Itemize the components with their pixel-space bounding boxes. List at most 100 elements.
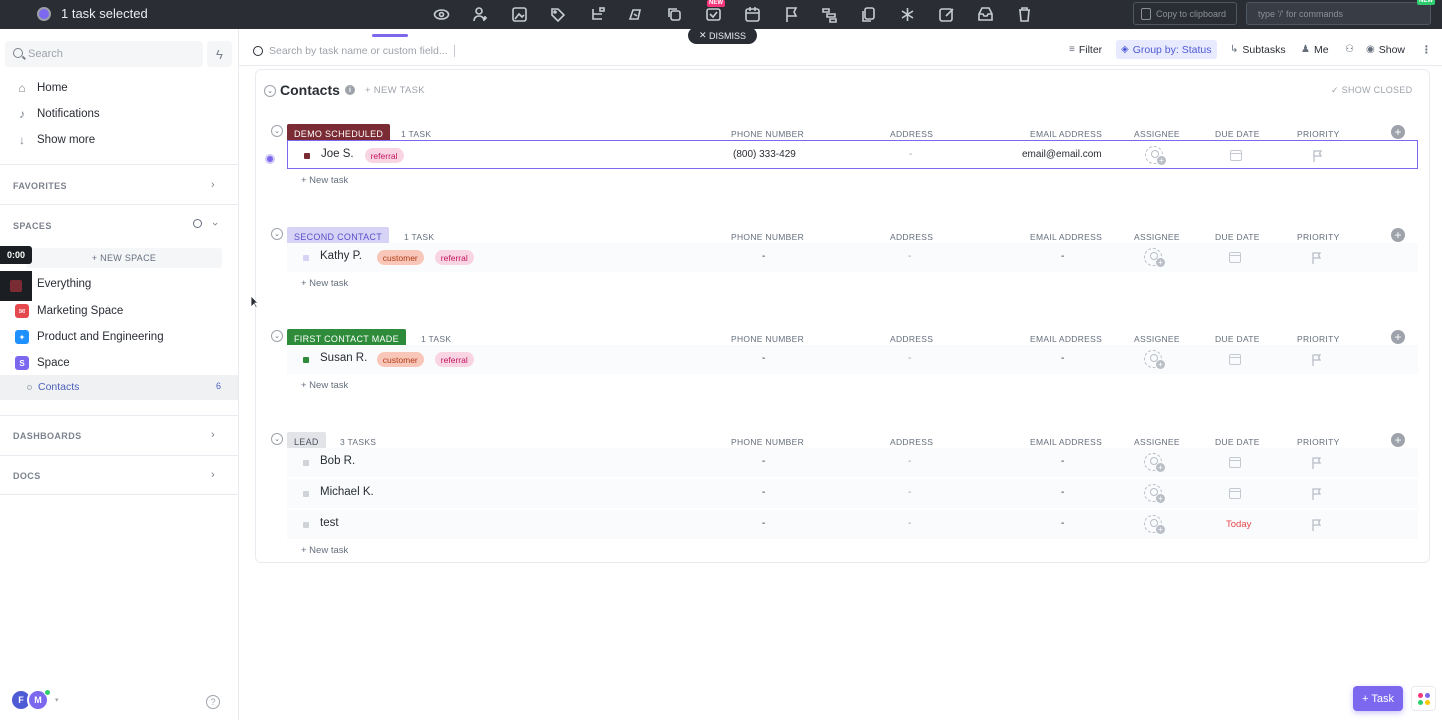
help-icon[interactable]: ? (206, 695, 220, 709)
chevron-right-icon[interactable]: › (211, 429, 215, 441)
status-square-icon[interactable] (303, 460, 309, 466)
copy-icon[interactable] (857, 4, 879, 24)
add-column-icon[interactable]: + (1391, 433, 1405, 447)
email-cell[interactable]: - (1061, 487, 1064, 498)
collapse-group-icon[interactable]: ⌄ (271, 330, 283, 342)
column-header-due[interactable]: DUE DATE (1215, 232, 1260, 242)
address-cell[interactable]: - (908, 487, 911, 498)
search-spaces-icon[interactable] (193, 219, 202, 228)
new-task-button[interactable]: + NEW TASK (365, 85, 425, 96)
filter-button[interactable]: ≡ Filter (1064, 40, 1107, 59)
tag-customer[interactable]: customer (376, 352, 424, 367)
add-column-icon[interactable]: + (1391, 228, 1405, 242)
column-header-address[interactable]: ADDRESS (890, 437, 933, 447)
space-item-space[interactable]: S Space (15, 356, 70, 370)
column-header-phone[interactable]: PHONE NUMBER (731, 232, 804, 242)
phone-cell[interactable]: - (762, 456, 765, 467)
priority-flag-icon[interactable] (1312, 518, 1322, 531)
column-header-due[interactable]: DUE DATE (1215, 437, 1260, 447)
more-options-icon[interactable]: ⋮ (1416, 40, 1437, 59)
add-assignee-icon[interactable] (1144, 350, 1165, 369)
column-header-due[interactable]: DUE DATE (1215, 334, 1260, 344)
new-task-row-button[interactable]: + New task (301, 175, 348, 186)
calendar-icon[interactable] (1229, 488, 1241, 499)
assign-user-icon[interactable] (469, 4, 491, 24)
calendar-icon[interactable] (1229, 354, 1241, 365)
tag-customer[interactable]: customer (376, 250, 424, 265)
add-task-fab[interactable]: + Task (1353, 686, 1403, 711)
priority-flag-icon[interactable] (1312, 487, 1322, 500)
tag-referral[interactable]: referral (364, 148, 404, 163)
flag-icon[interactable] (780, 4, 802, 24)
task-row[interactable]: test - - - Today (287, 510, 1418, 539)
apps-grid-icon[interactable] (1411, 686, 1436, 711)
copy-to-clipboard-button[interactable]: Copy to clipboard (1133, 2, 1237, 25)
new-space-button[interactable]: + NEW SPACE (26, 248, 222, 268)
email-cell[interactable]: email@email.com (1022, 149, 1102, 160)
add-assignee-icon[interactable] (1144, 248, 1165, 267)
task-name[interactable]: Bob R. (320, 455, 355, 467)
add-assignee-icon[interactable] (1145, 146, 1166, 165)
add-assignee-icon[interactable] (1144, 484, 1165, 503)
status-square-icon[interactable] (303, 491, 309, 497)
group-by-button[interactable]: ◈ Group by: Status (1116, 40, 1217, 59)
new-task-row-button[interactable]: + New task (301, 545, 348, 556)
task-row[interactable]: Michael K. - - - (287, 479, 1418, 508)
subtasks-button[interactable]: ↳ Subtasks (1225, 40, 1291, 59)
task-name[interactable]: test (320, 517, 339, 529)
column-header-phone[interactable]: PHONE NUMBER (731, 437, 804, 447)
column-header-address[interactable]: ADDRESS (890, 334, 933, 344)
selection-indicator[interactable] (37, 7, 51, 21)
task-row[interactable]: Susan R. customer referral - - - (287, 345, 1418, 374)
docs-header[interactable]: DOCS (13, 471, 41, 481)
new-task-row-button[interactable]: + New task (301, 380, 348, 391)
phone-cell[interactable]: - (762, 251, 765, 262)
caret-down-icon[interactable]: ▾ (55, 696, 59, 704)
eye-icon[interactable] (430, 4, 452, 24)
task-search-input[interactable]: Search by task name or custom field... (253, 45, 455, 57)
nav-item-show-more[interactable]: ↓ Show more (15, 133, 95, 147)
new-task-row-button[interactable]: + New task (301, 278, 348, 289)
archive-icon[interactable] (974, 4, 996, 24)
task-name[interactable]: Joe S. (321, 148, 354, 160)
task-row[interactable]: Joe S. referral (800) 333-429 - email@email.… (287, 140, 1418, 169)
show-button[interactable]: ◉ Show (1361, 40, 1410, 59)
email-cell[interactable]: - (1061, 353, 1064, 364)
priority-flag-icon[interactable] (1312, 251, 1322, 264)
nav-item-notifications[interactable]: ♪ Notifications (15, 107, 100, 121)
show-closed-button[interactable]: ✓ SHOW CLOSED (1331, 85, 1412, 96)
status-icon[interactable]: NEW (702, 0, 725, 24)
status-square-icon[interactable] (303, 255, 309, 261)
task-name[interactable]: Michael K. (320, 486, 374, 498)
duplicate-icon[interactable] (663, 4, 685, 24)
command-input[interactable]: type '/' for commands NEW (1246, 0, 1435, 25)
dismiss-button[interactable]: ✕ DISMISS (688, 27, 757, 44)
calendar-icon[interactable] (1229, 252, 1241, 263)
timer-badge[interactable]: 0:00 (0, 246, 32, 264)
column-header-priority[interactable]: PRIORITY (1297, 232, 1340, 242)
column-header-priority[interactable]: PRIORITY (1297, 129, 1340, 139)
column-header-assignee[interactable]: ASSIGNEE (1134, 437, 1180, 447)
column-header-address[interactable]: ADDRESS (890, 129, 933, 139)
column-header-email[interactable]: EMAIL ADDRESS (1030, 129, 1102, 139)
subtasks-icon[interactable] (586, 4, 608, 24)
merge-icon[interactable] (896, 4, 918, 24)
column-header-email[interactable]: EMAIL ADDRESS (1030, 334, 1102, 344)
email-cell[interactable]: - (1061, 456, 1064, 467)
dashboards-header[interactable]: DASHBOARDS (13, 431, 82, 441)
phone-cell[interactable]: - (762, 518, 765, 529)
nav-item-home[interactable]: ⌂ Home (15, 81, 67, 95)
status-square-icon[interactable] (304, 153, 310, 159)
add-assignee-icon[interactable] (1144, 453, 1165, 472)
tag-icon[interactable] (546, 4, 568, 24)
address-cell[interactable]: - (908, 518, 911, 529)
task-select-radio[interactable] (265, 154, 275, 164)
column-header-phone[interactable]: PHONE NUMBER (731, 334, 804, 344)
column-header-assignee[interactable]: ASSIGNEE (1134, 129, 1180, 139)
priority-flag-icon[interactable] (1312, 456, 1322, 469)
task-name[interactable]: Susan R. (320, 352, 367, 364)
add-column-icon[interactable]: + (1391, 330, 1405, 344)
tag-referral[interactable]: referral (434, 250, 474, 265)
chevron-right-icon[interactable]: › (211, 179, 215, 191)
status-square-icon[interactable] (303, 522, 309, 528)
